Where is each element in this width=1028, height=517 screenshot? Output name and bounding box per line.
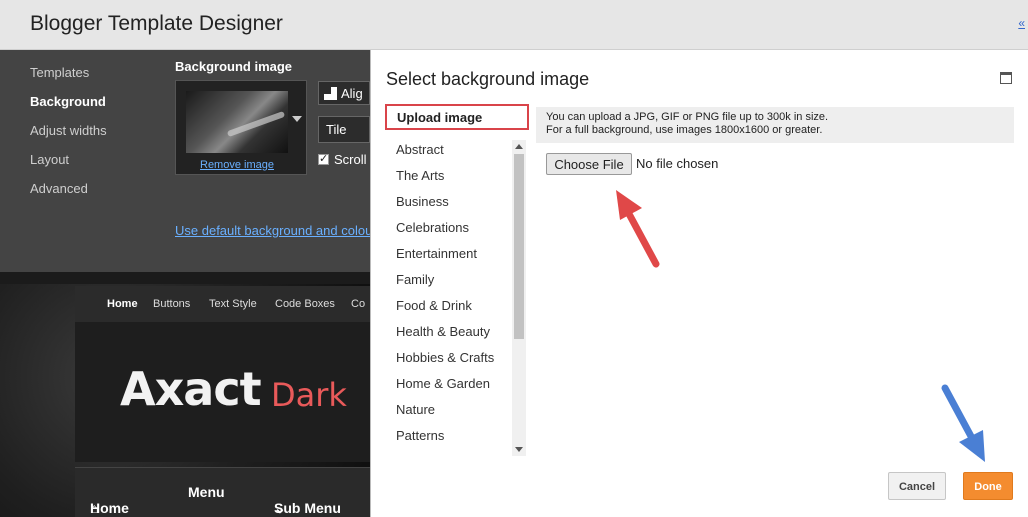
checkbox-icon[interactable] [318, 152, 329, 165]
scroll-up-icon[interactable] [515, 144, 523, 149]
scrollbar-thumb[interactable] [514, 154, 524, 339]
designer-nav: Templates Background Adjust widths Layou… [30, 66, 150, 211]
maximize-icon[interactable] [1000, 72, 1012, 84]
use-default-background-link[interactable]: Use default background and colours [175, 223, 370, 238]
blog-nav-code-boxes[interactable]: Code Boxes [275, 298, 335, 310]
blog-logo-main: Axact [120, 362, 262, 416]
dialog-title: Select background image [386, 69, 590, 89]
category-item[interactable]: Nature [385, 396, 513, 422]
category-item[interactable]: Entertainment [385, 240, 513, 266]
blog-nav-buttons[interactable]: Buttons [153, 298, 190, 310]
upload-image-tab[interactable]: Upload image [385, 104, 529, 130]
category-item[interactable]: Health & Beauty [385, 318, 513, 344]
category-item[interactable]: Food & Drink [385, 292, 513, 318]
remove-image-link[interactable]: Remove image [200, 159, 274, 171]
cancel-button[interactable]: Cancel [888, 472, 946, 500]
nav-item-templates[interactable]: Templates [30, 66, 150, 95]
red-arrow-icon [616, 190, 660, 268]
no-file-chosen-text: No file chosen [636, 156, 719, 171]
blog-nav-text-style[interactable]: Text Style [209, 298, 257, 310]
blog-main-menu: ⌂ Home Menu Sub Menu ⌄ [75, 467, 370, 517]
app-title: Blogger Template Designer [30, 12, 283, 35]
nav-item-background[interactable]: Background [30, 95, 150, 124]
category-item[interactable]: Business [385, 188, 513, 214]
alignment-button[interactable]: Alig [318, 81, 370, 105]
category-item[interactable]: Home & Garden [385, 370, 513, 396]
blue-arrow-icon [941, 384, 985, 462]
scroll-down-icon[interactable] [515, 447, 523, 452]
category-item[interactable]: Hobbies & Crafts [385, 344, 513, 370]
nav-item-layout[interactable]: Layout [30, 153, 150, 182]
blog-nav-home[interactable]: Home [107, 298, 138, 310]
nav-item-advanced[interactable]: Advanced [30, 182, 150, 211]
blog-preview: Home Buttons Text Style Code Boxes Co Ax… [0, 272, 370, 517]
blog-menu-home-label: Home [90, 500, 129, 516]
chevron-down-icon: ⌄ [274, 500, 286, 516]
blog-top-nav: Home Buttons Text Style Code Boxes Co [75, 286, 370, 322]
upload-info-line-1: You can upload a JPG, GIF or PNG file up… [546, 111, 829, 123]
upload-info-line-2: For a full background, use images 1800x1… [546, 124, 823, 136]
tile-select[interactable]: Tile [318, 116, 370, 143]
category-scrollbar[interactable] [512, 140, 526, 456]
category-item[interactable]: Abstract [385, 136, 513, 162]
collapse-link[interactable]: « [1018, 16, 1025, 30]
blog-menu-menu[interactable]: Menu [188, 484, 225, 500]
scroll-checkbox[interactable]: Scroll [318, 152, 367, 167]
top-bar: Blogger Template Designer « [0, 0, 1028, 50]
blog-logo-accent: Dark [271, 376, 347, 414]
upload-info-box: You can upload a JPG, GIF or PNG file up… [536, 107, 1014, 143]
category-list: Abstract The Arts Business Celebrations … [385, 136, 513, 456]
category-item[interactable]: The Arts [385, 162, 513, 188]
select-background-dialog: Select background image Upload image Abs… [370, 50, 1028, 517]
thumbnail-image [186, 91, 288, 153]
chevron-down-icon[interactable] [292, 116, 302, 122]
nav-item-adjust-widths[interactable]: Adjust widths [30, 124, 150, 153]
blog-header: Axact Dark [75, 322, 370, 462]
thumbnail-road [226, 110, 286, 138]
background-image-heading: Background image [175, 59, 293, 74]
done-button[interactable]: Done [963, 472, 1013, 500]
choose-file-button[interactable]: Choose File [546, 153, 632, 175]
blog-nav-more[interactable]: Co [351, 298, 365, 310]
category-item[interactable]: Family [385, 266, 513, 292]
scroll-label: Scroll [334, 152, 367, 167]
category-item[interactable]: Patterns [385, 422, 513, 448]
background-thumbnail[interactable]: Remove image [175, 80, 307, 175]
category-item[interactable]: People [385, 448, 513, 456]
alignment-icon [324, 87, 337, 100]
alignment-label: Alig [341, 86, 363, 101]
category-item[interactable]: Celebrations [385, 214, 513, 240]
